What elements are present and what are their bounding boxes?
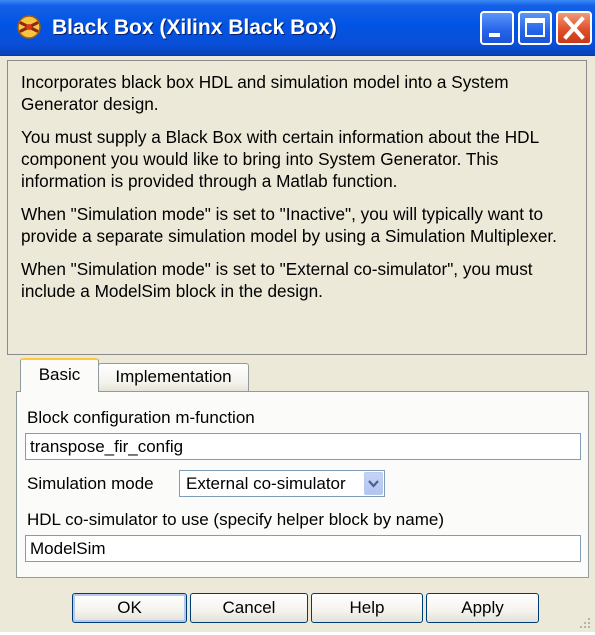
tab-implementation[interactable]: Implementation [98, 363, 249, 391]
simulation-mode-value: External co-simulator [186, 474, 346, 493]
maximize-button[interactable] [518, 11, 552, 45]
description-paragraph: When "Simulation mode" is set to "Extern… [21, 259, 533, 301]
description-paragraph: You must supply a Black Box with certain… [21, 127, 539, 191]
ok-button[interactable]: OK [72, 593, 187, 623]
title-bar[interactable]: Black Box (Xilinx Black Box) [0, 0, 595, 56]
cancel-button[interactable]: Cancel [190, 593, 308, 623]
minimize-button[interactable] [480, 11, 514, 45]
close-button[interactable] [556, 11, 592, 45]
description-paragraph: Incorporates black box HDL and simulatio… [21, 72, 509, 114]
help-button[interactable]: Help [311, 593, 423, 623]
block-description: Incorporates black box HDL and simulatio… [7, 60, 587, 355]
cosimulator-label: HDL co-simulator to use (specify helper … [27, 510, 444, 529]
window-title: Black Box (Xilinx Black Box) [52, 16, 337, 39]
dialog-window: Black Box (Xilinx Black Box) Incorporate… [0, 0, 595, 632]
cosimulator-input[interactable]: ModelSim [25, 535, 581, 562]
resize-grip-icon[interactable] [578, 616, 592, 630]
chevron-down-icon[interactable] [364, 472, 383, 495]
tab-basic[interactable]: Basic [20, 358, 99, 392]
description-paragraph: When "Simulation mode" is set to "Inacti… [21, 204, 557, 246]
xilinx-block-icon[interactable] [16, 14, 42, 40]
apply-button[interactable]: Apply [426, 593, 539, 623]
config-function-input[interactable]: transpose_fir_config [25, 433, 581, 460]
config-function-label: Block configuration m-function [27, 408, 255, 427]
simulation-mode-label: Simulation mode [27, 474, 154, 493]
simulation-mode-select[interactable]: External co-simulator [179, 470, 385, 497]
